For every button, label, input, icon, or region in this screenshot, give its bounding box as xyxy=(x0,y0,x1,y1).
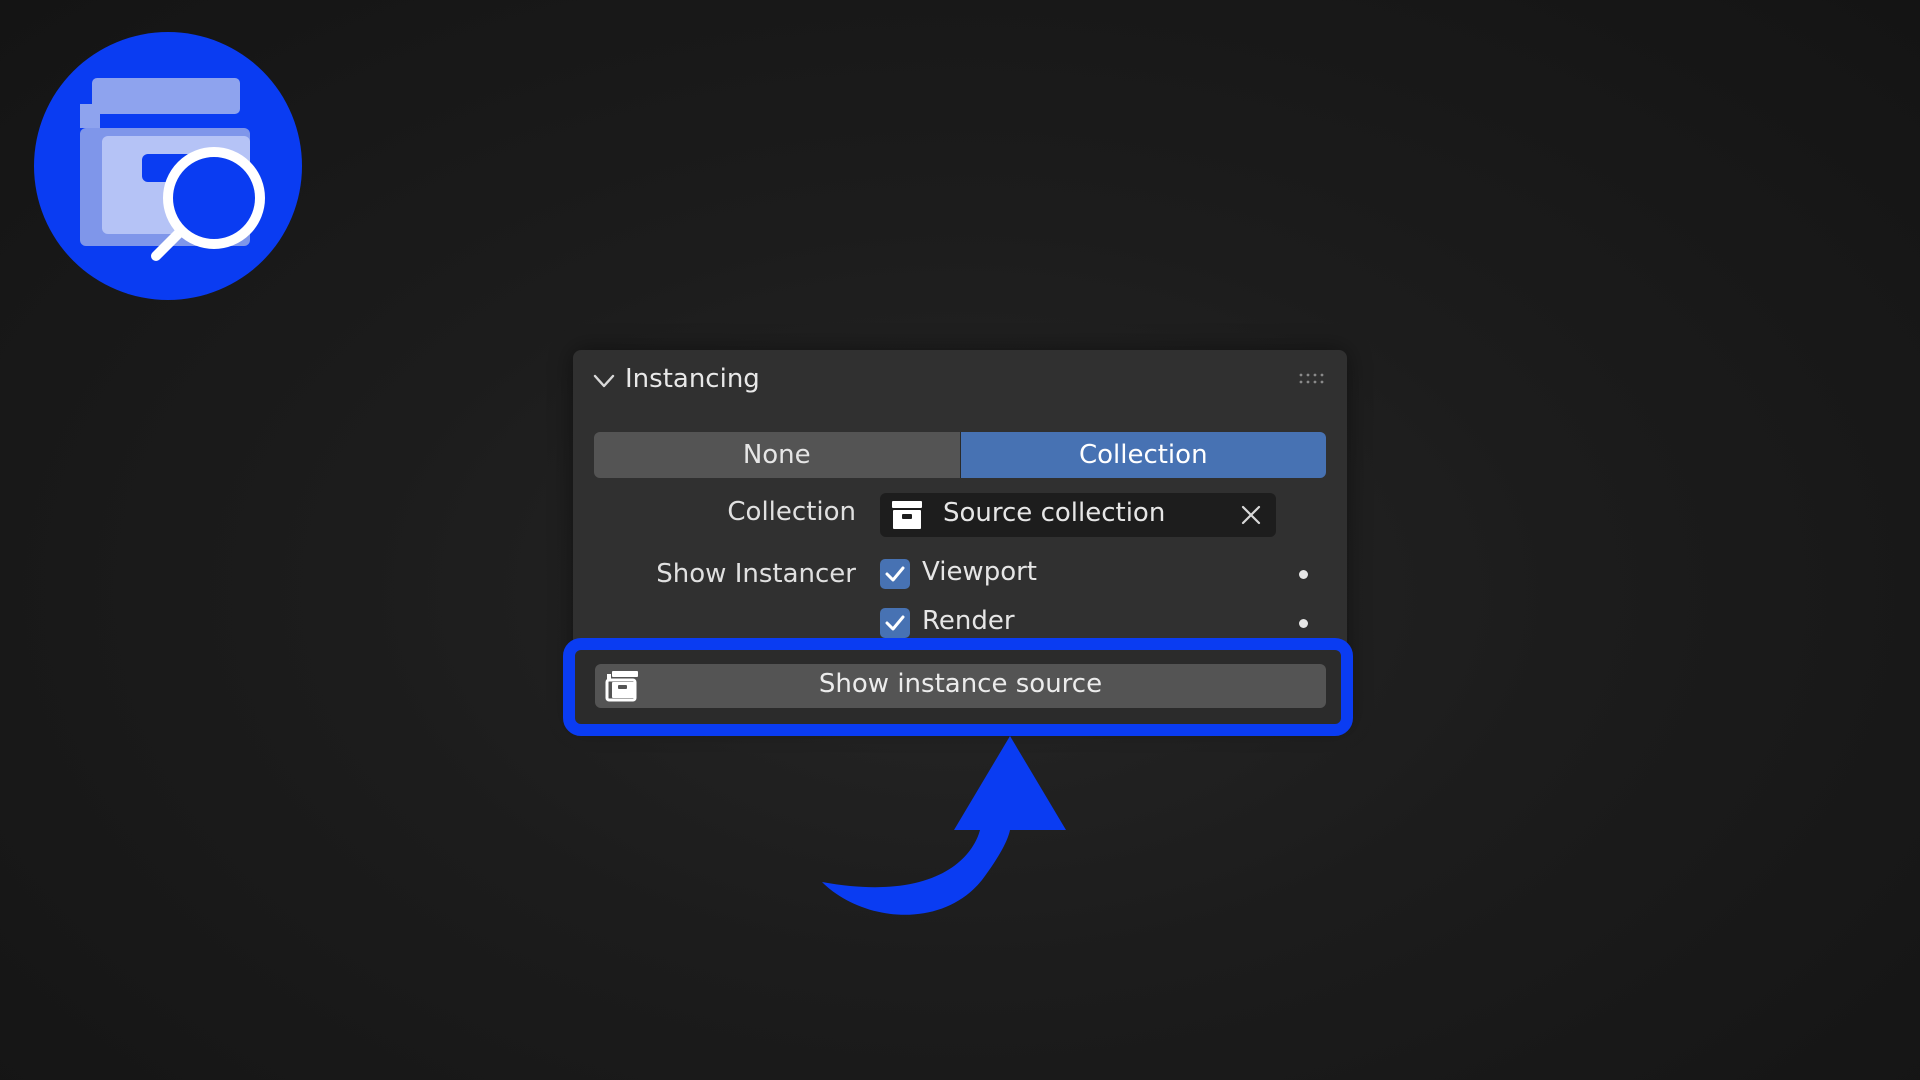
drag-grip-icon[interactable] xyxy=(1299,372,1327,386)
show-instance-source-label: Show instance source xyxy=(818,669,1103,699)
viewport-keyframe-dot[interactable] xyxy=(1299,570,1308,579)
show-instance-source-button[interactable]: Show instance source xyxy=(595,664,1326,708)
check-icon xyxy=(885,566,905,582)
close-icon[interactable] xyxy=(1238,502,1264,528)
collection-label: Collection xyxy=(727,497,856,527)
collection-box-icon xyxy=(892,501,922,529)
viewport-label: Viewport xyxy=(922,557,1037,587)
instancing-mode-selector: None Collection xyxy=(594,432,1326,478)
collection-search-logo-icon xyxy=(34,32,302,300)
show-instancer-label: Show Instancer xyxy=(656,559,856,589)
render-label: Render xyxy=(922,606,1015,636)
collection-value: Source collection xyxy=(943,498,1166,528)
render-checkbox[interactable] xyxy=(880,608,910,638)
panel-title: Instancing xyxy=(625,364,760,394)
mode-collection-button[interactable]: Collection xyxy=(960,432,1326,478)
curved-arrow-up-icon xyxy=(822,736,1066,915)
chevron-down-icon[interactable] xyxy=(591,368,617,394)
panel-header[interactable]: Instancing xyxy=(573,350,1347,412)
viewport-checkbox[interactable] xyxy=(880,559,910,589)
render-keyframe-dot[interactable] xyxy=(1299,619,1308,628)
collection-field[interactable]: Source collection xyxy=(880,493,1276,537)
mode-none-button[interactable]: None xyxy=(594,432,961,478)
check-icon xyxy=(885,615,905,631)
